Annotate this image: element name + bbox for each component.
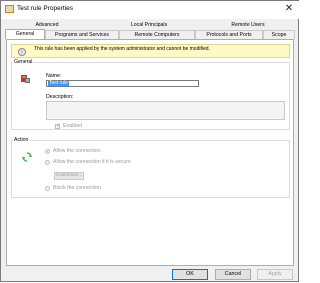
block-connection-radio[interactable] (45, 186, 50, 191)
block-connection-label: Block the connection (53, 185, 101, 191)
title-bar: Test rule Properties ✕ (1, 1, 299, 19)
action-group: Action Allow the connection Allow the co… (11, 137, 290, 198)
name-label: Name: (46, 73, 62, 79)
description-label: Description: (46, 94, 74, 100)
customize-button[interactable]: Customize... (54, 172, 84, 180)
properties-dialog: Test rule Properties ✕ Advanced Local Pr… (0, 0, 299, 282)
action-arrows-icon (22, 152, 32, 162)
tab-programs-and-services[interactable]: Programs and Services (45, 30, 119, 39)
action-group-label: Action (13, 137, 30, 143)
tab-remote-users[interactable]: Remote Users (208, 21, 288, 30)
ok-button[interactable]: OK (172, 269, 208, 280)
check-icon: ✓ (56, 123, 62, 129)
description-field[interactable] (46, 101, 285, 120)
tab-protocols-and-ports[interactable]: Protocols and Ports (195, 30, 263, 39)
name-field[interactable]: Test rule (46, 80, 199, 87)
tab-row-front: General Programs and Services Remote Com… (3, 29, 296, 39)
name-value: Test rule (48, 80, 69, 86)
allow-secure-label: Allow the connection if it is secure (53, 159, 131, 165)
tab-local-principals[interactable]: Local Principals (103, 21, 195, 30)
resize-grip-icon[interactable]: ⋰ (292, 275, 297, 280)
tab-remote-computers[interactable]: Remote Computers (119, 30, 195, 39)
tab-row-back: Advanced Local Principals Remote Users (3, 21, 296, 30)
info-text: This rule has been applied by the system… (34, 46, 210, 52)
enabled-label: Enabled (63, 123, 83, 129)
general-tab-panel: i This rule has been applied by the syst… (6, 39, 294, 266)
window-title: Test rule Properties (17, 5, 73, 12)
allow-connection-label: Allow the connection (53, 148, 101, 154)
allow-secure-radio[interactable] (45, 160, 50, 165)
allow-connection-radio[interactable] (45, 149, 50, 154)
window-icon (5, 5, 14, 13)
info-banner: i This rule has been applied by the syst… (11, 44, 290, 58)
general-group-label: General (13, 59, 34, 65)
info-icon: i (18, 48, 26, 56)
tab-scope[interactable]: Scope (263, 30, 295, 39)
apply-button[interactable]: Apply (257, 269, 293, 280)
close-icon[interactable]: ✕ (283, 2, 295, 16)
firewall-rule-icon (21, 75, 30, 83)
enabled-checkbox[interactable]: ✓ (55, 123, 62, 129)
general-group: General Name: Test rule Description: ✓ E… (11, 59, 290, 130)
tab-general[interactable]: General (5, 29, 45, 39)
cancel-button[interactable]: Cancel (215, 269, 251, 280)
